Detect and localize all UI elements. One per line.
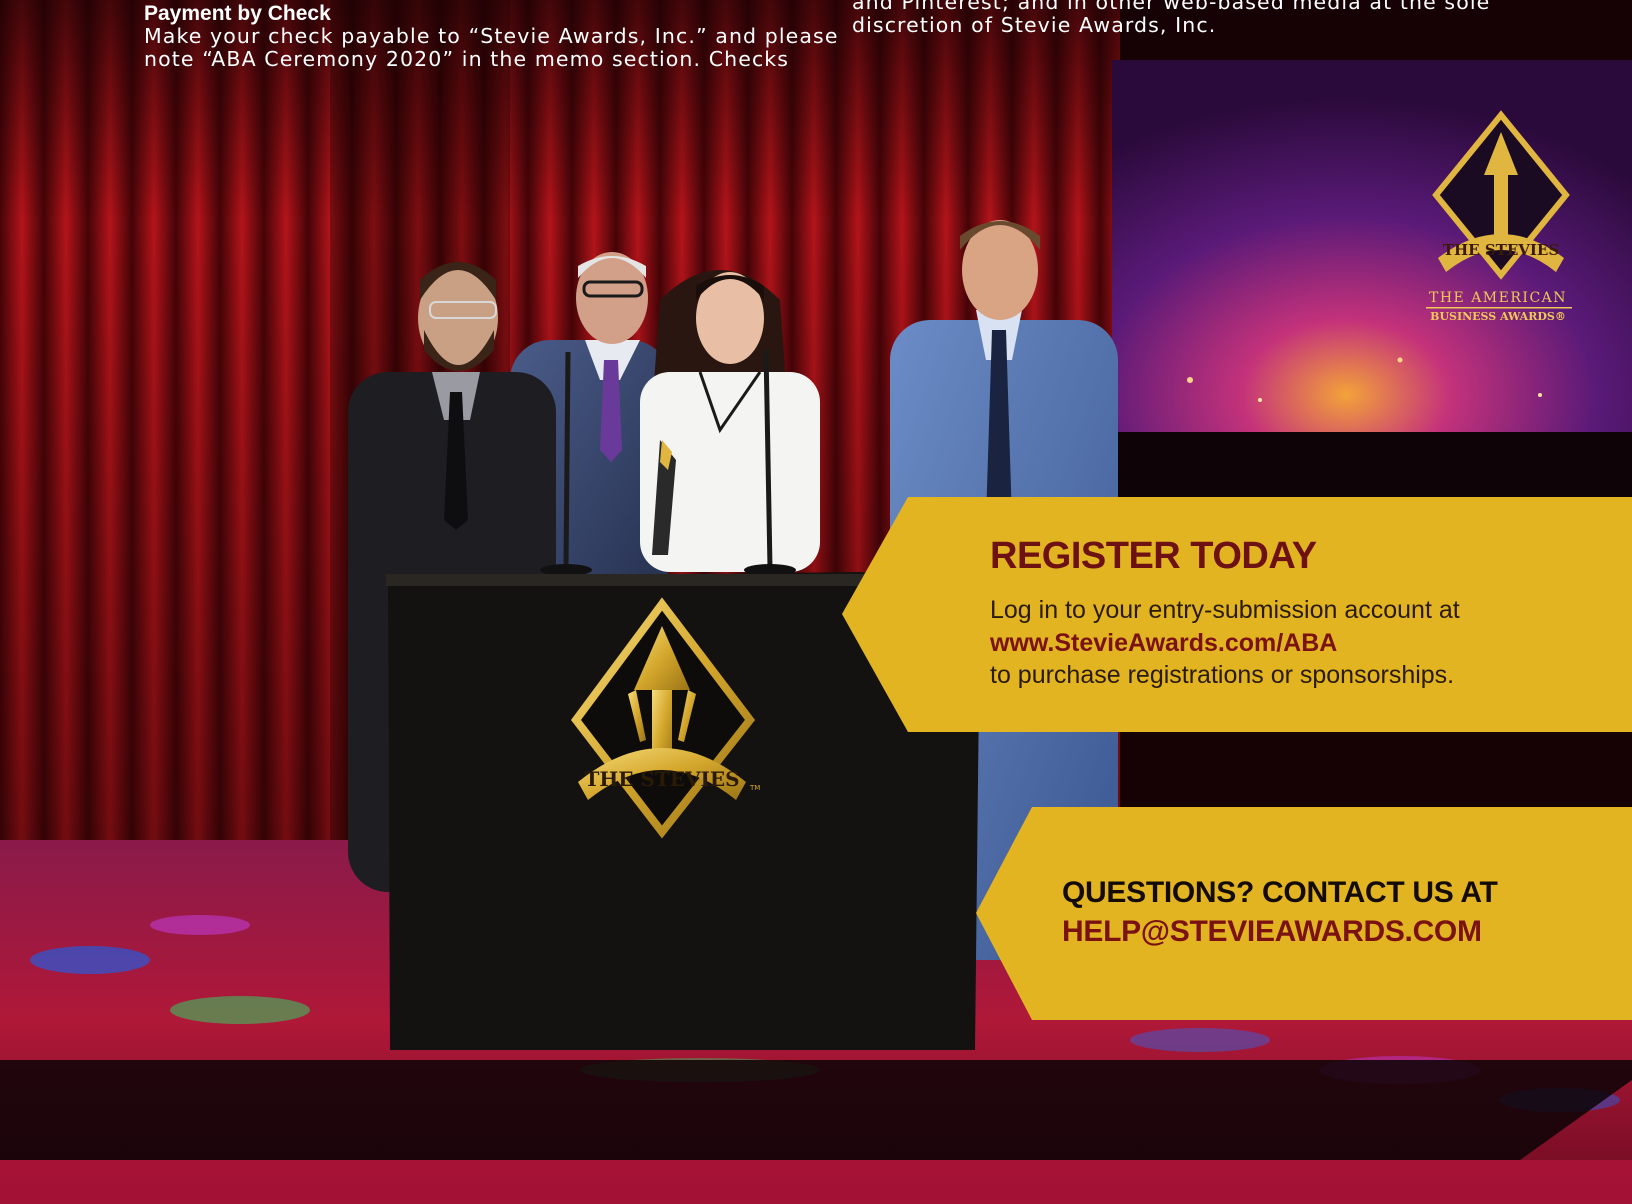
podium-logo-text: THE STEVIES [584, 767, 739, 791]
payment-line-1: Make your check payable to “Stevie Award… [144, 24, 839, 48]
media-rights-section: and Pinterest; and in other web-based me… [852, 0, 1490, 37]
screen-line-2: BUSINESS AWARDS® [1430, 310, 1566, 323]
contact-line-1: QUESTIONS? CONTACT US AT [1062, 876, 1498, 909]
register-line-1: Log in to your entry-submission account … [990, 596, 1460, 624]
register-line-3: to purchase registrations or sponsorship… [990, 661, 1455, 689]
contact-email-link[interactable]: HELP@STEVIEAWARDS.COM [1062, 915, 1482, 949]
contact-banner [976, 807, 1632, 1020]
media-line-1: and Pinterest; and in other web-based me… [852, 0, 1491, 14]
media-line-2: discretion of Stevie Awards, Inc. [852, 13, 1217, 37]
stage-edge [0, 1060, 1632, 1160]
payment-line-2: note “ABA Ceremony 2020” in the memo sec… [144, 47, 790, 71]
payment-by-check-section: Payment by Check Make your check payable… [144, 2, 839, 71]
payment-heading: Payment by Check [144, 2, 331, 25]
screen-line-1: THE AMERICAN [1429, 290, 1567, 306]
register-title: REGISTER TODAY [990, 535, 1317, 577]
screen-logo-text: THE STEVIES [1443, 241, 1559, 259]
register-url-link[interactable]: www.StevieAwards.com/ABA [990, 629, 1337, 658]
podium-tm: TM [749, 784, 760, 792]
